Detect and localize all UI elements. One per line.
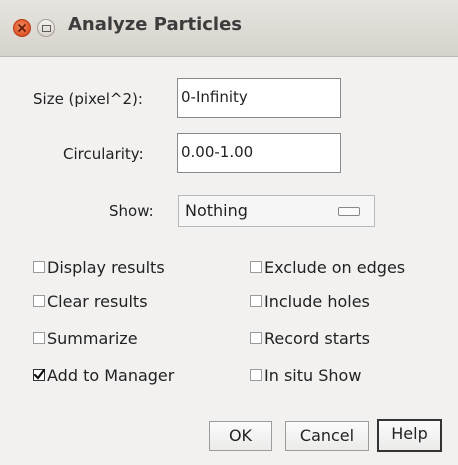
close-icon — [18, 24, 26, 32]
size-input[interactable]: 0-Infinity — [177, 78, 341, 118]
checkbox-label: Include holes — [264, 292, 370, 311]
checkbox-icon — [250, 332, 262, 344]
circularity-label: Circularity: — [63, 145, 144, 163]
checkbox-label: Exclude on edges — [264, 258, 406, 277]
help-button[interactable]: Help — [377, 419, 442, 452]
cancel-button[interactable]: Cancel — [285, 421, 369, 451]
checkbox-icon — [33, 295, 45, 307]
show-select[interactable]: Nothing — [178, 195, 375, 227]
show-select-value: Nothing — [185, 201, 248, 220]
circularity-input[interactable]: 0.00-1.00 — [177, 133, 341, 173]
checkbox-icon — [250, 295, 262, 307]
checkbox-add-to-manager[interactable]: Add to Manager — [33, 366, 174, 385]
show-label: Show: — [109, 202, 154, 220]
checkbox-icon — [33, 332, 45, 344]
checkbox-record-starts[interactable]: Record starts — [250, 329, 370, 348]
checkbox-label: Summarize — [47, 329, 138, 348]
checkbox-label: Add to Manager — [47, 366, 175, 385]
close-window-button[interactable] — [13, 19, 31, 37]
checkbox-icon — [33, 261, 45, 273]
checkbox-exclude-on-edges[interactable]: Exclude on edges — [250, 258, 405, 277]
checkbox-icon — [250, 261, 262, 273]
checkbox-label: Clear results — [47, 292, 148, 311]
maximize-window-button[interactable] — [37, 19, 55, 37]
checkbox-display-results[interactable]: Display results — [33, 258, 165, 277]
dropdown-handle-icon — [338, 207, 360, 216]
size-label: Size (pixel^2): — [33, 90, 143, 108]
checkbox-clear-results[interactable]: Clear results — [33, 292, 148, 311]
checkbox-icon — [250, 369, 262, 381]
checkbox-label: Display results — [47, 258, 165, 277]
checkbox-in-situ-show[interactable]: In situ Show — [250, 366, 361, 385]
ok-button[interactable]: OK — [209, 421, 272, 451]
checkbox-include-holes[interactable]: Include holes — [250, 292, 370, 311]
checkbox-label: In situ Show — [264, 366, 362, 385]
checkbox-label: Record starts — [264, 329, 370, 348]
checkbox-summarize[interactable]: Summarize — [33, 329, 138, 348]
checkbox-checked-icon — [33, 368, 46, 381]
window-title: Analyze Particles — [68, 14, 243, 35]
title-bar[interactable]: Analyze Particles — [0, 0, 458, 57]
